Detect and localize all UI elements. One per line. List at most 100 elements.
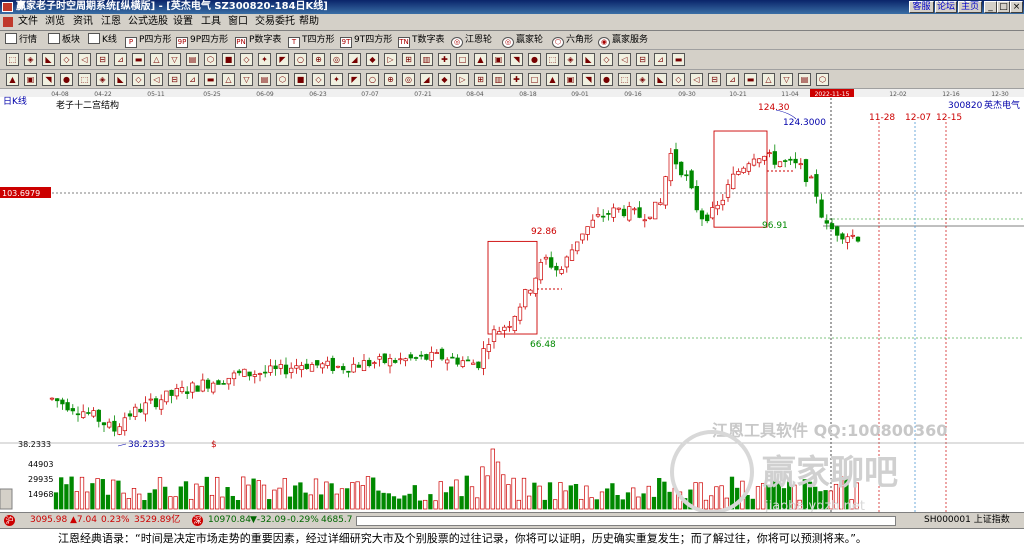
tool2-tool-icon[interactable]: △	[150, 53, 163, 66]
tool3-tool-icon[interactable]: ▲	[6, 73, 19, 86]
tool3-tool-icon[interactable]: ◁	[150, 73, 163, 86]
forum-button[interactable]: 论坛	[935, 1, 957, 13]
tool2-tool-icon[interactable]: ✚	[438, 53, 451, 66]
tool2-tool-icon[interactable]: ◤	[276, 53, 289, 66]
tool3-tool-icon[interactable]: ◥	[42, 73, 55, 86]
tool3-tool-icon[interactable]: ▲	[546, 73, 559, 86]
tool3-tool-icon[interactable]: ◇	[672, 73, 685, 86]
tool2-tool-icon[interactable]: ▥	[420, 53, 433, 66]
menu-browse[interactable]: 浏览	[45, 16, 65, 28]
tool2-tool-icon[interactable]: ▣	[492, 53, 505, 66]
minimize-icon[interactable]: _	[984, 1, 997, 13]
tool2-tool-icon[interactable]: ◎	[330, 53, 343, 66]
winner-service-button[interactable]: ◉ 赢家服务	[598, 33, 648, 48]
tool2-tool-icon[interactable]: ▽	[168, 53, 181, 66]
tool3-tool-icon[interactable]: ⬚	[618, 73, 631, 86]
menu-settings[interactable]: 设置	[173, 16, 193, 28]
tool2-tool-icon[interactable]: ■	[222, 53, 235, 66]
tool3-tool-icon[interactable]: △	[762, 73, 775, 86]
tool3-tool-icon[interactable]: ◎	[402, 73, 415, 86]
p-number-table-button[interactable]: PN P数字表	[235, 33, 281, 48]
tool3-tool-icon[interactable]: ▽	[780, 73, 793, 86]
tool2-tool-icon[interactable]: ⊟	[636, 53, 649, 66]
tool3-tool-icon[interactable]: ▷	[456, 73, 469, 86]
winner-wheel-button[interactable]: ◎ 赢家轮	[502, 33, 543, 48]
quote-button[interactable]: 行情	[5, 33, 37, 48]
tool3-tool-icon[interactable]: ◣	[654, 73, 667, 86]
tool3-tool-icon[interactable]: ⊿	[726, 73, 739, 86]
tool2-tool-icon[interactable]: ◢	[348, 53, 361, 66]
tool2-tool-icon[interactable]: □	[456, 53, 469, 66]
tool2-tool-icon[interactable]: ●	[528, 53, 541, 66]
tool2-tool-icon[interactable]: ◁	[618, 53, 631, 66]
tool3-tool-icon[interactable]: ✚	[510, 73, 523, 86]
index-selector[interactable]: SH000001 上证指数	[924, 513, 1010, 528]
menu-gann[interactable]: 江恩	[101, 16, 121, 28]
sector-button[interactable]: 板块	[48, 33, 80, 48]
tool3-tool-icon[interactable]: ⬚	[78, 73, 91, 86]
hexagon-button[interactable]: ⬡ 六角形	[552, 33, 593, 48]
tool3-tool-icon[interactable]: ◇	[132, 73, 145, 86]
tool2-tool-icon[interactable]: ◇	[60, 53, 73, 66]
menu-file[interactable]: 文件	[18, 16, 38, 28]
homepage-button[interactable]: 主页	[958, 1, 982, 13]
close-icon[interactable]: ×	[1010, 1, 1023, 13]
tool2-tool-icon[interactable]: ◈	[564, 53, 577, 66]
tool3-tool-icon[interactable]: ◆	[438, 73, 451, 86]
tool3-tool-icon[interactable]: ◈	[96, 73, 109, 86]
kline-button[interactable]: K线	[88, 33, 117, 48]
tool3-tool-icon[interactable]: ⊕	[384, 73, 397, 86]
maximize-icon[interactable]: □	[997, 1, 1010, 13]
tool2-tool-icon[interactable]: ▬	[672, 53, 685, 66]
tool3-tool-icon[interactable]: ●	[60, 73, 73, 86]
customer-service-button[interactable]: 客服	[909, 1, 934, 13]
tool3-tool-icon[interactable]: ⊞	[474, 73, 487, 86]
tool2-tool-icon[interactable]: ◥	[510, 53, 523, 66]
t-number-table-button[interactable]: TN T数字表	[398, 33, 445, 48]
9p-square-button[interactable]: 9P 9P四方形	[176, 33, 228, 48]
tool3-tool-icon[interactable]: ▥	[492, 73, 505, 86]
tool2-tool-icon[interactable]: ✦	[258, 53, 271, 66]
tool3-tool-icon[interactable]: ○	[366, 73, 379, 86]
tool2-tool-icon[interactable]: ◇	[240, 53, 253, 66]
tool2-tool-icon[interactable]: ⊿	[114, 53, 127, 66]
tool3-tool-icon[interactable]: ▤	[258, 73, 271, 86]
tool2-tool-icon[interactable]: ◁	[78, 53, 91, 66]
tool3-tool-icon[interactable]: ▣	[24, 73, 37, 86]
tool3-tool-icon[interactable]: ●	[600, 73, 613, 86]
t-square-button[interactable]: T T四方形	[288, 33, 335, 48]
tool2-tool-icon[interactable]: ⊿	[654, 53, 667, 66]
kline-chart-area[interactable]: 04-08 04-22 05-11 05-25 06-09 06-23 07-07 07-21…	[0, 89, 1024, 514]
9t-square-button[interactable]: 9T 9T四方形	[340, 33, 392, 48]
menu-formula[interactable]: 公式选股	[128, 16, 168, 28]
tool2-tool-icon[interactable]: ▤	[186, 53, 199, 66]
tool3-tool-icon[interactable]: ▬	[744, 73, 757, 86]
tool3-tool-icon[interactable]: ◥	[582, 73, 595, 86]
tool2-tool-icon[interactable]: ◆	[366, 53, 379, 66]
tool2-tool-icon[interactable]: ◇	[600, 53, 613, 66]
tool3-tool-icon[interactable]: △	[222, 73, 235, 86]
menu-trade[interactable]: 交易委托	[255, 16, 295, 28]
horizontal-scrollbar[interactable]	[356, 516, 896, 526]
tool3-tool-icon[interactable]: ▬	[204, 73, 217, 86]
tool2-tool-icon[interactable]: ⬡	[204, 53, 217, 66]
tool2-tool-icon[interactable]: ◈	[24, 53, 37, 66]
tool3-tool-icon[interactable]: ■	[294, 73, 307, 86]
tool3-tool-icon[interactable]: ⬡	[276, 73, 289, 86]
tool3-tool-icon[interactable]: ⊟	[708, 73, 721, 86]
tool3-tool-icon[interactable]: ⊿	[186, 73, 199, 86]
tool3-tool-icon[interactable]: ⊟	[168, 73, 181, 86]
gann-wheel-button[interactable]: ◎ 江恩轮	[451, 33, 492, 48]
tool2-tool-icon[interactable]: ▷	[384, 53, 397, 66]
tool3-tool-icon[interactable]: ◇	[312, 73, 325, 86]
menu-window[interactable]: 窗口	[228, 16, 248, 28]
tool3-tool-icon[interactable]: ◁	[690, 73, 703, 86]
tool2-tool-icon[interactable]: ○	[294, 53, 307, 66]
tool2-tool-icon[interactable]: ⬚	[6, 53, 19, 66]
p-square-button[interactable]: P P四方形	[125, 33, 171, 48]
tool2-tool-icon[interactable]: ⬚	[546, 53, 559, 66]
tool2-tool-icon[interactable]: ⊞	[402, 53, 415, 66]
tool3-tool-icon[interactable]: ⬡	[816, 73, 829, 86]
menu-help[interactable]: 帮助	[299, 16, 319, 28]
kline-chart[interactable]: 04-08 04-22 05-11 05-25 06-09 06-23 07-07 07-21…	[0, 89, 1024, 514]
